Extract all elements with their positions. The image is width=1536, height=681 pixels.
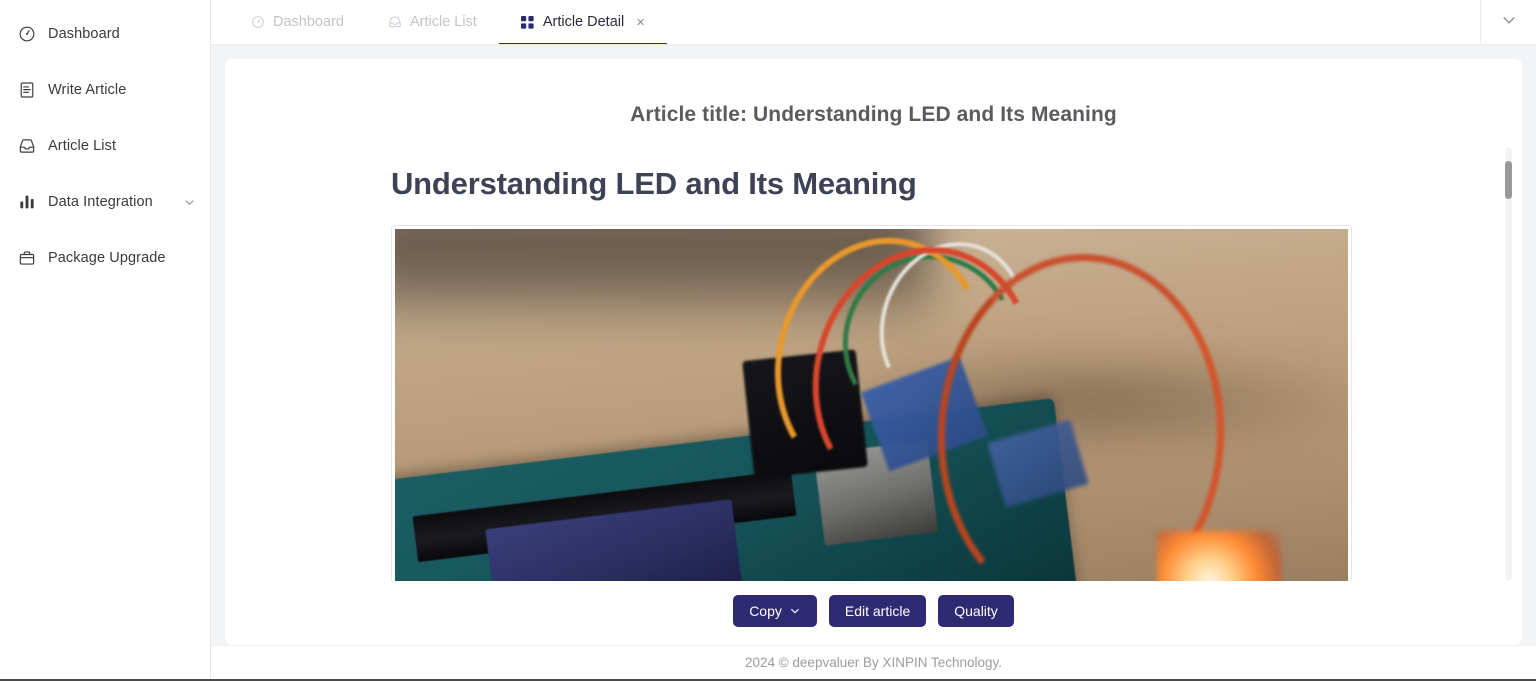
gauge-icon bbox=[18, 25, 36, 43]
tab-label: Article List bbox=[409, 14, 477, 30]
action-bar: Copy Edit article Quality bbox=[225, 581, 1522, 645]
close-icon[interactable]: × bbox=[636, 15, 645, 30]
tab-label: Dashboard bbox=[273, 14, 344, 30]
article-detail-card: Article title: Understanding LED and Its… bbox=[225, 59, 1522, 645]
bar-chart-icon bbox=[18, 193, 36, 211]
app-window: Dashboard Write Article Article List Dat… bbox=[0, 0, 1536, 681]
arduino-led-photo bbox=[395, 228, 1348, 581]
main-column: Dashboard Article List Article Detail × … bbox=[211, 0, 1536, 679]
footer-text: 2024 © deepvaluer By XINPIN Technology. bbox=[744, 655, 1003, 670]
sidebar-item-article-list[interactable]: Article List bbox=[0, 124, 210, 168]
content-area: Article title: Understanding LED and Its… bbox=[211, 45, 1536, 645]
sidebar-item-write-article[interactable]: Write Article bbox=[0, 68, 210, 112]
tab-label: Article Detail bbox=[542, 14, 625, 30]
article-figure bbox=[391, 224, 1352, 581]
inbox-icon bbox=[388, 15, 402, 29]
gauge-icon bbox=[251, 15, 265, 29]
sidebar-item-label: Package Upgrade bbox=[48, 250, 166, 266]
footer: 2024 © deepvaluer By XINPIN Technology. bbox=[211, 645, 1536, 679]
sidebar-item-label: Write Article bbox=[48, 82, 127, 98]
chevron-down-icon[interactable] bbox=[182, 195, 196, 209]
document-edit-icon bbox=[18, 81, 36, 99]
briefcase-icon bbox=[18, 249, 36, 267]
grid-icon bbox=[521, 15, 535, 29]
quality-button[interactable]: Quality bbox=[938, 595, 1014, 627]
article-scrollbar-track[interactable] bbox=[1505, 147, 1512, 581]
sidebar-item-data-integration[interactable]: Data Integration bbox=[0, 180, 210, 224]
page-title: Article title: Understanding LED and Its… bbox=[630, 103, 1117, 126]
sidebar-item-dashboard[interactable]: Dashboard bbox=[0, 12, 210, 56]
tab-dashboard[interactable]: Dashboard bbox=[229, 0, 366, 44]
tab-article-detail[interactable]: Article Detail × bbox=[498, 0, 668, 44]
article-heading: Understanding LED and Its Meaning bbox=[391, 166, 917, 201]
tab-bar: Dashboard Article List Article Detail × bbox=[211, 0, 1536, 45]
article-body: Understanding LED and Its Meaning bbox=[225, 147, 1522, 581]
sidebar-item-package-upgrade[interactable]: Package Upgrade bbox=[0, 236, 210, 280]
article-scrollbar-thumb[interactable] bbox=[1505, 161, 1512, 199]
quality-button-label: Quality bbox=[954, 603, 998, 619]
edit-article-button[interactable]: Edit article bbox=[828, 595, 927, 627]
sidebar: Dashboard Write Article Article List Dat… bbox=[0, 0, 211, 679]
sidebar-item-label: Data Integration bbox=[48, 194, 153, 210]
chevron-down-icon bbox=[1500, 11, 1518, 34]
chevron-down-icon bbox=[789, 605, 801, 617]
article-scroll-region[interactable]: Understanding LED and Its Meaning bbox=[225, 147, 1522, 581]
tab-strip: Dashboard Article List Article Detail × bbox=[211, 0, 1480, 44]
tab-bar-expand-button[interactable] bbox=[1480, 0, 1536, 44]
inbox-icon bbox=[18, 137, 36, 155]
edit-article-button-label: Edit article bbox=[844, 603, 911, 619]
sidebar-item-label: Article List bbox=[48, 138, 117, 154]
copy-button[interactable]: Copy bbox=[733, 595, 817, 627]
tab-article-list[interactable]: Article List bbox=[366, 0, 499, 44]
sidebar-item-label: Dashboard bbox=[48, 26, 120, 42]
copy-button-label: Copy bbox=[749, 603, 782, 619]
